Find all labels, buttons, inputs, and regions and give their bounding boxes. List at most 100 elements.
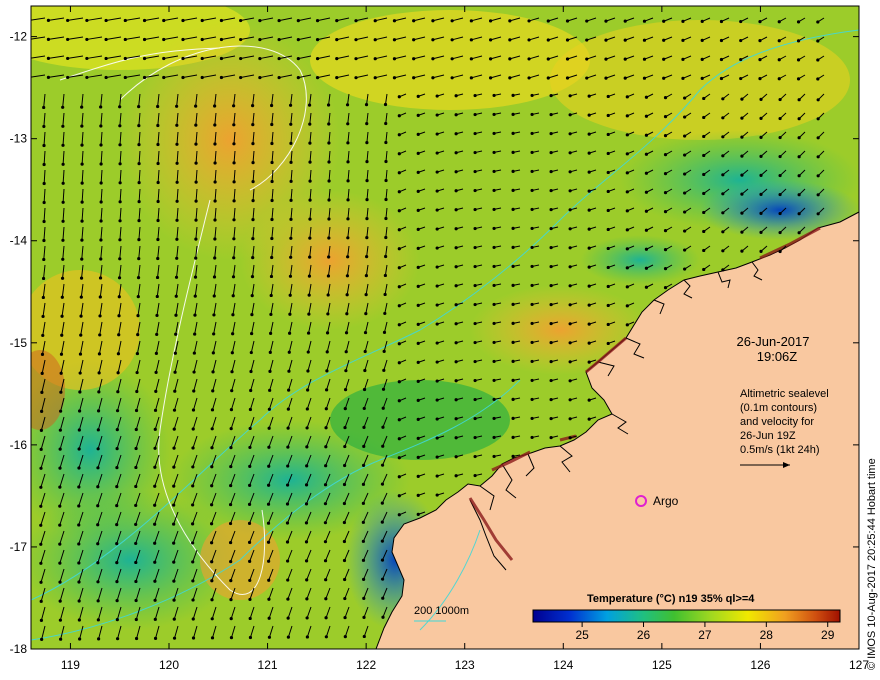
velocity-vector-head: [66, 37, 70, 42]
velocity-vector-head: [488, 57, 493, 61]
velocity-vector-head: [435, 360, 439, 364]
velocity-vector-head: [287, 369, 291, 373]
sst-map-figure: Argo 26-Jun-2017 19:06Z Altimetric seale…: [10, 5, 869, 672]
velocity-vector-head: [435, 322, 439, 326]
velocity-vector-head: [175, 218, 179, 222]
velocity-vector-head: [210, 636, 215, 640]
velocity-vector-head: [587, 246, 591, 250]
velocity-vector-head: [210, 427, 214, 431]
velocity-vector-head: [136, 332, 140, 337]
velocity-vector-head: [39, 580, 43, 584]
velocity-vector-head: [758, 77, 762, 81]
velocity-vector-head: [384, 159, 388, 164]
velocity-vector-head: [397, 285, 401, 289]
velocity-vector-head: [324, 597, 328, 601]
velocity-vector-head: [162, 75, 166, 80]
velocity-vector-head: [285, 559, 290, 563]
velocity-vector-head: [511, 340, 515, 344]
velocity-vector-head: [323, 540, 328, 544]
velocity-vector-head: [210, 598, 214, 602]
velocity-vector-head: [96, 542, 100, 546]
velocity-vector-head: [721, 116, 725, 120]
velocity-vector-head: [740, 230, 744, 234]
velocity-vector-head: [644, 190, 649, 194]
velocity-vector-head: [816, 155, 820, 159]
velocity-vector-head: [134, 636, 139, 641]
velocity-vector-head: [324, 616, 328, 620]
velocity-vector-head: [326, 274, 331, 278]
velocity-vector-head: [306, 388, 310, 392]
velocity-vector-head: [492, 264, 496, 269]
velocity-vector-head: [345, 312, 349, 316]
velocity-vector-head: [473, 131, 477, 136]
velocity-vector-head: [175, 104, 179, 108]
velocity-vector-head: [454, 113, 458, 117]
velocity-vector-head: [365, 179, 369, 183]
velocity-vector-head: [251, 161, 255, 165]
velocity-vector-head: [97, 637, 101, 641]
velocity-vector-head: [42, 105, 46, 110]
velocity-vector-head: [324, 635, 328, 639]
velocity-vector-head: [172, 408, 177, 412]
velocity-vector-head: [383, 292, 387, 297]
velocity-vector-head: [587, 322, 591, 326]
velocity-vector-head: [606, 151, 610, 156]
velocity-vector-head: [239, 56, 243, 61]
velocity-vector-head: [816, 39, 820, 43]
velocity-vector-head: [416, 227, 420, 231]
velocity-vector-head: [327, 236, 331, 240]
velocity-vector-head: [210, 617, 214, 621]
velocity-vector-head: [473, 397, 477, 402]
altimetry-note-line: (0.1m contours): [740, 402, 817, 414]
velocity-vector-head: [58, 599, 62, 603]
velocity-vector-head: [511, 226, 515, 230]
velocity-vector-head: [511, 264, 515, 268]
velocity-vector-head: [251, 104, 255, 108]
altimetry-note-line: Altimetric sealevel: [740, 388, 829, 400]
velocity-vector-head: [134, 427, 138, 432]
velocity-vector-head: [585, 19, 589, 23]
velocity-vector-head: [289, 160, 293, 164]
velocity-vector-head: [210, 408, 215, 412]
velocity-vector-head: [381, 425, 385, 429]
velocity-vector-head: [606, 132, 610, 137]
velocity-vector-head: [134, 522, 138, 527]
velocity-vector-head: [380, 520, 384, 524]
velocity-vector-head: [759, 173, 763, 177]
velocity-vector-head: [473, 169, 477, 174]
lon-tick-label: 123: [455, 658, 475, 672]
velocity-vector-head: [473, 302, 477, 307]
velocity-vector-head: [777, 20, 781, 24]
velocity-vector-head: [191, 617, 195, 621]
lat-tick-label: -17: [10, 540, 28, 554]
velocity-vector-head: [210, 484, 214, 488]
velocity-vector-head: [454, 322, 458, 326]
velocity-vector-head: [66, 56, 70, 61]
velocity-vector-head: [397, 342, 401, 346]
velocity-vector-head: [721, 154, 725, 158]
velocity-vector-head: [135, 351, 140, 356]
velocity-vector-head: [251, 199, 255, 203]
velocity-vector-head: [362, 387, 367, 392]
velocity-vector-head: [231, 332, 235, 336]
velocity-vector-head: [248, 635, 253, 640]
velocity-vector-head: [816, 20, 820, 24]
velocity-vector-head: [721, 268, 725, 272]
velocity-vector-head: [397, 152, 401, 156]
velocity-vector-head: [644, 228, 649, 232]
velocity-vector-head: [363, 330, 368, 335]
velocity-vector-head: [758, 39, 762, 43]
velocity-vector-head: [315, 76, 320, 80]
velocity-vector-head: [200, 75, 204, 80]
velocity-vector-head: [454, 265, 458, 269]
colorbar-tick-label: 27: [698, 628, 712, 642]
velocity-vector-head: [250, 312, 254, 317]
velocity-vector-head: [700, 38, 704, 42]
velocity-vector-head: [511, 435, 515, 439]
velocity-vector-head: [232, 218, 236, 222]
velocity-vector-head: [662, 57, 666, 61]
velocity-vector-head: [549, 169, 553, 174]
velocity-vector-head: [642, 38, 647, 42]
velocity-vector-head: [153, 636, 158, 640]
velocity-vector-head: [39, 561, 43, 565]
